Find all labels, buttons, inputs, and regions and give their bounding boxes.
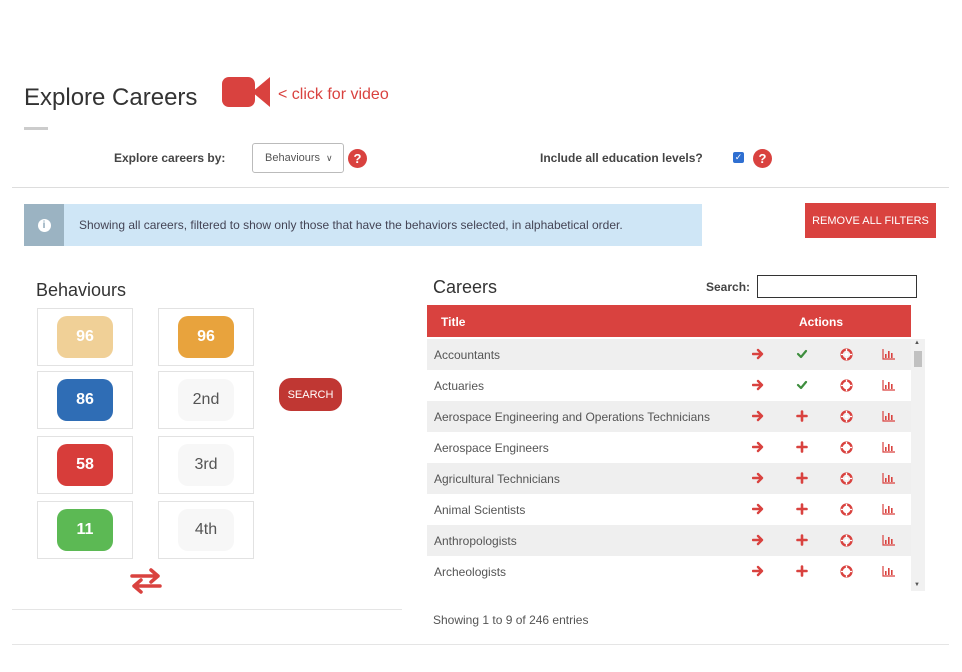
table-scrollbar[interactable] — [911, 339, 925, 591]
bar-chart-icon[interactable] — [880, 376, 898, 394]
bar-chart-icon[interactable] — [880, 407, 898, 425]
check-icon[interactable] — [793, 345, 811, 363]
behaviour-score-chip: 86 — [57, 379, 113, 421]
explore-by-label: Explore careers by: — [114, 151, 226, 165]
divider — [12, 187, 949, 188]
career-title[interactable]: Agricultural Technicians — [434, 472, 560, 486]
info-icon: i — [37, 218, 51, 232]
column-header-actions: Actions — [799, 315, 844, 329]
arrow-right-icon[interactable] — [749, 345, 767, 363]
swap-arrows-icon[interactable] — [128, 566, 164, 596]
scroll-down-icon[interactable]: ▼ — [914, 582, 920, 588]
behaviour-tile[interactable]: 11 — [37, 501, 133, 559]
explore-by-select[interactable]: Behaviours ∨ — [252, 143, 344, 173]
check-icon[interactable] — [793, 376, 811, 394]
search-label: Search: — [706, 280, 751, 294]
table-row[interactable]: Aerospace Engineering and Operations Tec… — [427, 401, 911, 432]
arrow-right-icon[interactable] — [749, 500, 767, 518]
career-title[interactable]: Archeologists — [434, 565, 506, 579]
table-row[interactable]: Accountants — [427, 339, 911, 370]
remove-all-filters-button[interactable]: REMOVE ALL FILTERS — [805, 203, 936, 238]
behaviour-tile[interactable]: 86 — [37, 371, 133, 429]
careers-heading: Careers — [433, 277, 498, 297]
lifebuoy-icon[interactable] — [837, 469, 855, 487]
plus-icon[interactable] — [793, 407, 811, 425]
video-link[interactable]: < click for video — [278, 86, 389, 104]
arrow-right-icon[interactable] — [749, 469, 767, 487]
page-title: Explore Careers — [24, 84, 198, 111]
behaviour-score-chip: 11 — [57, 509, 113, 551]
bar-chart-icon[interactable] — [880, 438, 898, 456]
plus-icon[interactable] — [793, 500, 811, 518]
table-row[interactable]: Anthropologists — [427, 525, 911, 556]
table-row[interactable]: Agricultural Technicians — [427, 463, 911, 494]
divider — [12, 609, 402, 610]
education-levels-label: Include all education levels? — [540, 151, 703, 165]
behaviour-score-chip: 96 — [57, 316, 113, 358]
lifebuoy-icon[interactable] — [837, 531, 855, 549]
help-icon[interactable]: ? — [753, 149, 772, 168]
arrow-right-icon[interactable] — [749, 562, 767, 580]
chevron-down-icon: ∨ — [326, 152, 333, 163]
career-title[interactable]: Anthropologists — [434, 534, 517, 548]
career-title[interactable]: Aerospace Engineering and Operations Tec… — [434, 410, 710, 424]
lifebuoy-icon[interactable] — [837, 562, 855, 580]
bar-chart-icon[interactable] — [880, 500, 898, 518]
plus-icon[interactable] — [793, 438, 811, 456]
plus-icon[interactable] — [793, 562, 811, 580]
table-row[interactable]: Animal Scientists — [427, 494, 911, 525]
behaviour-score-chip: 58 — [57, 444, 113, 486]
rank-chip: 2nd — [178, 379, 234, 421]
rank-chip: 3rd — [178, 444, 234, 486]
arrow-right-icon[interactable] — [749, 438, 767, 456]
table-row[interactable]: Archeologists — [427, 556, 911, 587]
rank-chip: 4th — [178, 509, 234, 551]
behaviours-heading: Behaviours — [36, 280, 127, 300]
rank-tile[interactable]: 3rd — [158, 436, 254, 494]
career-title[interactable]: Accountants — [434, 348, 500, 362]
behaviour-tile[interactable]: 58 — [37, 436, 133, 494]
career-title[interactable]: Actuaries — [434, 379, 484, 393]
table-row[interactable]: Aerospace Engineers — [427, 432, 911, 463]
title-underline — [24, 127, 48, 130]
entries-info: Showing 1 to 9 of 246 entries — [433, 613, 589, 627]
bar-chart-icon[interactable] — [880, 531, 898, 549]
rank-chip: 96 — [178, 316, 234, 358]
lifebuoy-icon[interactable] — [837, 345, 855, 363]
careers-table-body: Accountants Actuaries Aerospace Engineerin… — [427, 339, 911, 591]
table-row[interactable]: Actuaries — [427, 370, 911, 401]
bar-chart-icon[interactable] — [880, 345, 898, 363]
education-levels-checkbox[interactable]: ✓ — [733, 152, 744, 163]
lifebuoy-icon[interactable] — [837, 500, 855, 518]
search-input[interactable] — [757, 275, 917, 298]
career-title[interactable]: Animal Scientists — [434, 503, 525, 517]
behaviour-tile[interactable]: 96 — [37, 308, 133, 366]
info-icon-box: i — [24, 204, 64, 246]
divider — [12, 644, 949, 645]
scroll-up-icon[interactable]: ▲ — [914, 340, 920, 346]
scrollbar-thumb[interactable] — [914, 351, 922, 367]
bar-chart-icon[interactable] — [880, 469, 898, 487]
bar-chart-icon[interactable] — [880, 562, 898, 580]
lifebuoy-icon[interactable] — [837, 407, 855, 425]
lifebuoy-icon[interactable] — [837, 438, 855, 456]
column-header-title[interactable]: Title — [441, 315, 465, 329]
arrow-right-icon[interactable] — [749, 531, 767, 549]
rank-tile[interactable]: 4th — [158, 501, 254, 559]
video-camera-icon[interactable] — [222, 74, 270, 110]
arrow-right-icon[interactable] — [749, 407, 767, 425]
plus-icon[interactable] — [793, 469, 811, 487]
lifebuoy-icon[interactable] — [837, 376, 855, 394]
plus-icon[interactable] — [793, 531, 811, 549]
explore-by-value: Behaviours — [265, 152, 321, 164]
help-icon[interactable]: ? — [348, 149, 367, 168]
rank-tile[interactable]: 2nd — [158, 371, 254, 429]
career-title[interactable]: Aerospace Engineers — [434, 441, 549, 455]
search-button[interactable]: SEARCH — [279, 378, 342, 411]
arrow-right-icon[interactable] — [749, 376, 767, 394]
info-message: Showing all careers, filtered to show on… — [79, 218, 623, 232]
rank-tile[interactable]: 96 — [158, 308, 254, 366]
